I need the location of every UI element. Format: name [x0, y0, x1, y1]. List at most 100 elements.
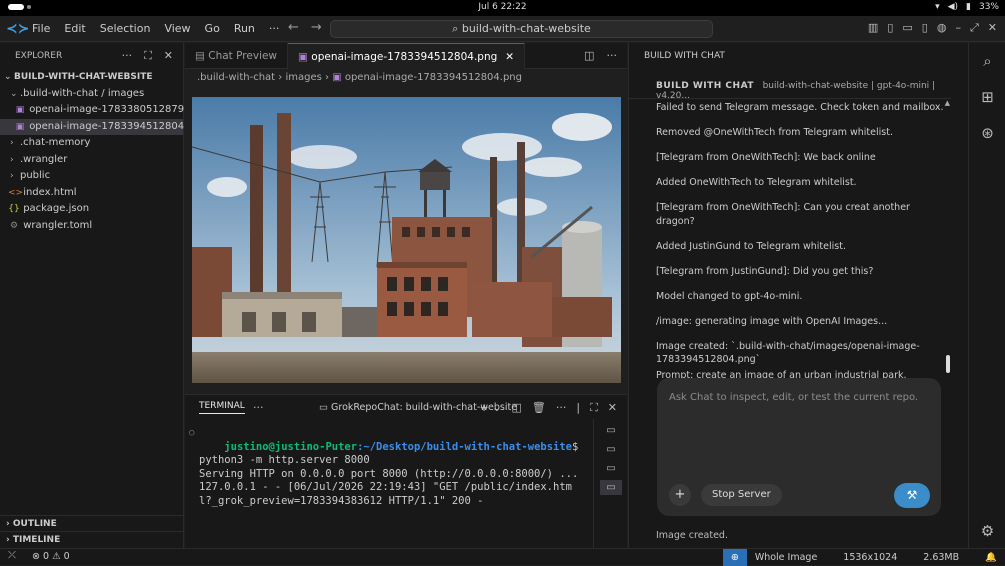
close-tab-icon[interactable]: ✕: [505, 51, 514, 63]
explorer-title: EXPLORER: [15, 51, 63, 61]
tree-root-label: BUILD-WITH-CHAT-WEBSITE: [14, 72, 153, 82]
add-attachment-button[interactable]: +: [669, 484, 691, 506]
trash-icon[interactable]: 🗑: [532, 401, 546, 415]
chat-input[interactable]: Ask Chat to inspect, edit, or test the c…: [669, 392, 918, 403]
terminal-more-icon[interactable]: ···: [556, 401, 567, 415]
image-file-icon: ▣: [332, 72, 342, 83]
tree-folder-label: .wrangler: [20, 153, 68, 165]
breadcrumb: .build-with-chat › images › ▣ openai-ima…: [185, 69, 627, 87]
outline-section[interactable]: › OUTLINE: [0, 515, 184, 531]
terminal-instance[interactable]: ▭: [600, 423, 622, 438]
chat-scrollbar[interactable]: [946, 355, 950, 373]
chat-message: Removed @OneWithTech from Telegram white…: [656, 127, 893, 138]
menu-more[interactable]: ···: [269, 22, 280, 35]
globe-icon[interactable]: ◍: [937, 21, 947, 35]
close-window-icon[interactable]: ✕: [988, 21, 997, 35]
tree-folder[interactable]: › public: [0, 168, 183, 185]
image-preview[interactable]: [191, 97, 621, 383]
industrial-park-image: [191, 97, 621, 383]
toggle-sidebar-icon[interactable]: ▯: [887, 21, 893, 35]
stop-server-button[interactable]: Stop Server: [701, 484, 782, 506]
maximize-icon[interactable]: ⛶: [144, 43, 152, 69]
image-size: 2.63MB: [923, 552, 960, 563]
system-clock[interactable]: Jul 6 22:22: [0, 2, 1005, 12]
terminal-instance[interactable]: ▭: [600, 442, 622, 457]
back-arrow-icon[interactable]: ←: [288, 20, 299, 35]
panel-more-icon[interactable]: ···: [253, 401, 264, 414]
menu-file[interactable]: File: [32, 22, 50, 35]
terminal-instance-active[interactable]: ▭: [600, 480, 622, 495]
command-status-icon: ○: [189, 428, 195, 438]
system-bar: Jul 6 22:22 ▾ ◀) ▮ 33%: [0, 0, 1005, 16]
warning-icon: ⚠: [52, 551, 61, 562]
maximize-panel-icon[interactable]: ⛶: [590, 401, 598, 415]
robot-icon[interactable]: ⊛: [969, 115, 1005, 151]
split-terminal-icon[interactable]: ◫: [511, 401, 521, 415]
layout-icon[interactable]: ▥: [868, 21, 878, 35]
tab-chat-preview[interactable]: ▤ Chat Preview: [185, 43, 289, 69]
menu-bar: File Edit Selection View Go Run ···: [32, 22, 279, 35]
menu-go[interactable]: Go: [205, 22, 220, 35]
breadcrumb-item[interactable]: .build-with-chat: [197, 72, 275, 83]
search-icon[interactable]: ⌕: [969, 43, 1005, 79]
terminal-output[interactable]: ○ justino@justino-Puter:~/Desktop/build-w…: [189, 427, 579, 522]
editor-more-icon[interactable]: ···: [607, 49, 618, 62]
wifi-icon: ▾: [935, 2, 940, 12]
chevron-right-icon: ›: [6, 535, 10, 545]
chat-input-box[interactable]: Ask Chat to inspect, edit, or test the c…: [657, 378, 941, 516]
new-terminal-icon[interactable]: + ⌄: [480, 401, 502, 415]
zoom-mode[interactable]: Whole Image: [755, 552, 817, 563]
zoom-icon[interactable]: ⊕: [722, 549, 747, 566]
forward-arrow-icon[interactable]: →: [311, 20, 322, 35]
tab-image[interactable]: ▣ openai-image-1783394512804.png ✕: [288, 43, 526, 69]
battery-level: 33%: [978, 2, 999, 12]
breadcrumb-item[interactable]: openai-image-1783394512804.png: [345, 72, 522, 83]
tree-file[interactable]: {} package.json: [0, 201, 183, 218]
menu-run[interactable]: Run: [234, 22, 255, 35]
gear-icon[interactable]: ⚙: [969, 513, 1005, 549]
menu-edit[interactable]: Edit: [64, 22, 85, 35]
terminal-line: Serving HTTP on 0.0.0.0 port 8000 (http:…: [199, 467, 579, 480]
menu-view[interactable]: View: [164, 22, 190, 35]
explorer-sidebar: EXPLORER ··· ⛶ ✕ ⌄ BUILD-WITH-CHAT-WEBSIT…: [0, 43, 207, 548]
system-tray[interactable]: ▾ ◀) ▮ 33%: [935, 2, 999, 12]
error-count: 0: [43, 551, 50, 562]
problems-indicator[interactable]: ⊗ 0 ⚠ 0: [32, 551, 70, 562]
tree-root[interactable]: ⌄ BUILD-WITH-CHAT-WEBSITE: [0, 69, 183, 86]
tree-file[interactable]: ▣ openai-image-1783380512879.png: [0, 102, 207, 119]
chevron-right-icon: ›: [10, 154, 14, 165]
tree-file[interactable]: ⚙ wrangler.toml: [0, 218, 183, 235]
extensions-icon[interactable]: ⊞: [969, 79, 1005, 115]
image-file-icon: ▣: [298, 51, 308, 63]
menu-selection[interactable]: Selection: [100, 22, 151, 35]
tree-folder-label: .build-with-chat / images: [20, 87, 145, 99]
restore-icon[interactable]: ⤢: [970, 21, 979, 35]
timeline-section[interactable]: › TIMELINE: [0, 531, 184, 547]
chat-message: Model changed to gpt-4o-mini.: [656, 290, 803, 302]
terminal-instance[interactable]: ▭: [600, 461, 622, 476]
split-editor-icon[interactable]: ◫: [584, 49, 594, 62]
breadcrumb-item[interactable]: images: [285, 72, 321, 83]
remote-icon[interactable]: ⤫: [8, 550, 16, 561]
close-sidebar-icon[interactable]: ✕: [164, 43, 173, 69]
tree-folder-images[interactable]: ⌄ .build-with-chat / images: [0, 86, 183, 103]
tools-button[interactable]: ⚒: [894, 483, 930, 508]
toggle-secondary-sidebar-icon[interactable]: ▯: [922, 21, 928, 35]
tree-folder[interactable]: › .chat-memory: [0, 135, 183, 152]
chevron-right-icon: ›: [10, 138, 14, 148]
toggle-panel-icon[interactable]: ▭: [902, 21, 912, 35]
command-center-search[interactable]: ⌕ build-with-chat-website: [330, 20, 713, 38]
tree-file-label: package.json: [23, 203, 90, 214]
warning-count: 0: [63, 551, 70, 562]
chat-message: Added JustinGund to Telegram whitelist.: [656, 240, 846, 252]
activity-bar: ⌕ ⊞ ⊛ ⚙: [968, 43, 1005, 548]
prompt-path: :~/Desktop/build-with-chat-website: [357, 440, 572, 453]
explorer-more-icon[interactable]: ···: [122, 43, 133, 69]
tree-folder[interactable]: › .wrangler: [0, 152, 183, 169]
close-panel-icon[interactable]: ✕: [608, 401, 617, 415]
tab-terminal[interactable]: TERMINAL: [199, 401, 245, 414]
tree-file-selected[interactable]: ▣ openai-image-1783394512804.png: [0, 118, 206, 135]
tree-file[interactable]: <> index.html: [0, 185, 183, 202]
minimize-icon[interactable]: –: [955, 21, 961, 35]
notifications-icon[interactable]: 🔔: [985, 552, 997, 563]
